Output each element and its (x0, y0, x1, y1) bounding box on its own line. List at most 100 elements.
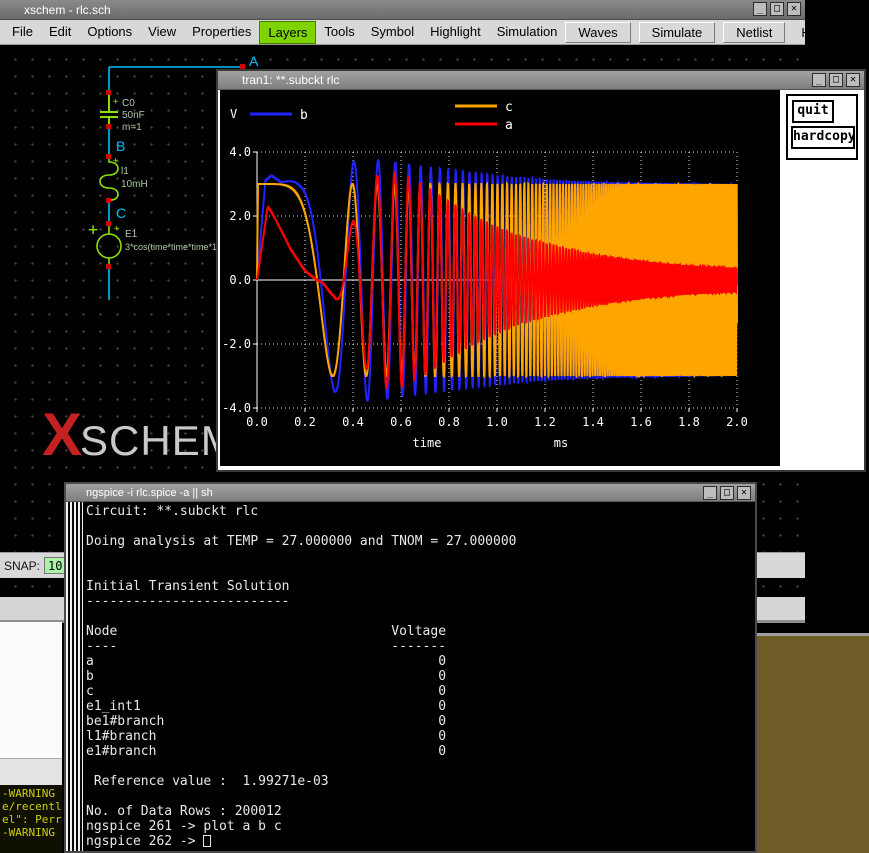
xschem-titlebar[interactable]: xschem - rlc.sch _□✕ (0, 0, 805, 20)
window-controls: _□✕ (703, 486, 751, 500)
terminal-line (86, 549, 755, 564)
xschem-logo: XSCHEM (42, 400, 237, 469)
menu-right-buttons: Waves Simulate Netlist Help (565, 22, 836, 43)
x-tick-label: 1.2 (534, 415, 556, 429)
close-button[interactable]: ✕ (737, 486, 751, 500)
terminal-line: e1#branch 0 (86, 744, 755, 759)
menu-item-view[interactable]: View (140, 21, 184, 44)
terminal-line: Reference value : 1.99271e-03 (86, 774, 755, 789)
menu-item-tools[interactable]: Tools (316, 21, 362, 44)
y-tick-label: -2.0 (222, 337, 251, 351)
simulate-button[interactable]: Simulate (639, 22, 716, 43)
background-console-window: -WARNINGe/recentlyel": Perr-WARNING (0, 785, 62, 853)
terminal-scrollbar[interactable] (66, 502, 83, 851)
plot-side-panel: quit hardcopy (780, 90, 862, 468)
terminal-output[interactable]: Circuit: **.subckt rlcDoing analysis at … (86, 504, 755, 851)
terminal-line: b 0 (86, 669, 755, 684)
terminal-line: e1_int1 0 (86, 699, 755, 714)
legend-label-a: a (505, 118, 513, 133)
menu-help[interactable]: Help (793, 22, 836, 43)
minimize-button[interactable]: _ (703, 486, 717, 500)
x-tick-label: 1.6 (630, 415, 652, 429)
console-warning-line: el": Perr (2, 813, 62, 826)
xschem-window-title: xschem - rlc.sch (24, 3, 111, 17)
close-button[interactable]: ✕ (846, 73, 860, 87)
y-tick-label: -4.0 (222, 401, 251, 415)
terminal-line (86, 759, 755, 774)
plot-titlebar[interactable]: tran1: **.subckt rlc _□✕ (218, 71, 864, 90)
menu-item-highlight[interactable]: Highlight (422, 21, 489, 44)
hardcopy-button[interactable]: hardcopy (791, 126, 855, 149)
x-tick-label: 1.0 (486, 415, 508, 429)
terminal-line: Doing analysis at TEMP = 27.000000 and T… (86, 534, 755, 549)
plot-button-group: quit hardcopy (786, 94, 858, 160)
node-label-c: C (116, 205, 126, 221)
maximize-button[interactable]: □ (720, 486, 734, 500)
console-warning-line: e/recently (2, 800, 62, 813)
x-tick-label: 0.2 (294, 415, 316, 429)
desktop: xschem - rlc.sch _□✕ FileEditOptionsView… (0, 0, 869, 853)
menu-item-properties[interactable]: Properties (184, 21, 259, 44)
x-tick-label: 0.0 (246, 415, 268, 429)
legend-label-b: b (300, 108, 308, 123)
x-tick-label: 1.8 (678, 415, 700, 429)
terminal-window-title: ngspice -i rlc.spice -a || sh (86, 487, 213, 499)
maximize-button[interactable]: □ (829, 73, 843, 87)
menu-item-options[interactable]: Options (79, 21, 140, 44)
terminal-line: ngspice 261 -> plot a b c (86, 819, 755, 834)
console-warning-line: -WARNING (2, 826, 62, 839)
minimize-button[interactable]: _ (812, 73, 826, 87)
waves-button[interactable]: Waves (565, 22, 630, 43)
quit-button[interactable]: quit (792, 100, 834, 123)
close-button[interactable]: ✕ (787, 2, 801, 16)
menu-item-symbol[interactable]: Symbol (363, 21, 422, 44)
window-controls: _□✕ (753, 2, 801, 16)
node-label-a: A (249, 53, 259, 69)
plot-area: 0.00.20.40.60.81.01.21.41.61.82.04.02.00… (220, 90, 780, 466)
menu-item-simulation[interactable]: Simulation (489, 21, 566, 44)
desktop-background-lower-right (755, 633, 869, 853)
x-tick-label: 1.4 (582, 415, 604, 429)
terminal-line (86, 519, 755, 534)
inductor-value: 10mH (121, 179, 148, 190)
terminal-line: be1#branch 0 (86, 714, 755, 729)
x-tick-label: 0.6 (390, 415, 412, 429)
node-label-b: B (116, 138, 125, 154)
terminal-line: c 0 (86, 684, 755, 699)
y-tick-label: 2.0 (229, 209, 251, 223)
background-white-window-toolbar (0, 758, 62, 785)
x-tick-label: 0.4 (342, 415, 364, 429)
terminal-line (86, 564, 755, 579)
x-axis-unit: ms (554, 436, 568, 450)
xschem-menubar: FileEditOptionsViewPropertiesLayersTools… (0, 20, 805, 45)
terminal-line: No. of Data Rows : 200012 (86, 804, 755, 819)
menu-item-file[interactable]: File (4, 21, 41, 44)
y-axis-unit: V (230, 107, 237, 121)
terminal-titlebar[interactable]: ngspice -i rlc.spice -a || sh _□✕ (66, 484, 755, 502)
plot-window: tran1: **.subckt rlc _□✕ 0.0 0.2 0.4 0.6 0.8… (216, 69, 866, 472)
snap-label: SNAP: (4, 559, 40, 573)
xschem-logo-text: SCHEM (80, 417, 237, 464)
netlist-button[interactable]: Netlist (723, 22, 785, 43)
terminal-line: ---- ------- (86, 639, 755, 654)
menu-item-layers[interactable]: Layers (259, 21, 316, 44)
maximize-button[interactable]: □ (770, 2, 784, 16)
xschem-logo-x: X (42, 401, 80, 468)
terminal-line: -------------------------- (86, 594, 755, 609)
x-tick-label: 0.8 (438, 415, 460, 429)
capacitor-extra: m=1 (122, 122, 142, 133)
capacitor-value: 50nF (122, 110, 145, 121)
minimize-button[interactable]: _ (753, 2, 767, 16)
terminal-line (86, 789, 755, 804)
window-controls: _□✕ (812, 73, 860, 87)
y-tick-label: 4.0 (229, 145, 251, 159)
legend-label-c: c (505, 100, 513, 115)
menu-item-edit[interactable]: Edit (41, 21, 79, 44)
waveform-chart: 0.00.20.40.60.81.01.21.41.61.82.04.02.00… (220, 90, 780, 466)
terminal-line: Node Voltage (86, 624, 755, 639)
svg-text:+: + (113, 156, 119, 166)
terminal-window: ngspice -i rlc.spice -a || sh _□✕ Circui… (64, 482, 757, 853)
terminal-line: Initial Transient Solution (86, 579, 755, 594)
terminal-cursor (203, 835, 211, 847)
background-white-window (0, 622, 62, 785)
